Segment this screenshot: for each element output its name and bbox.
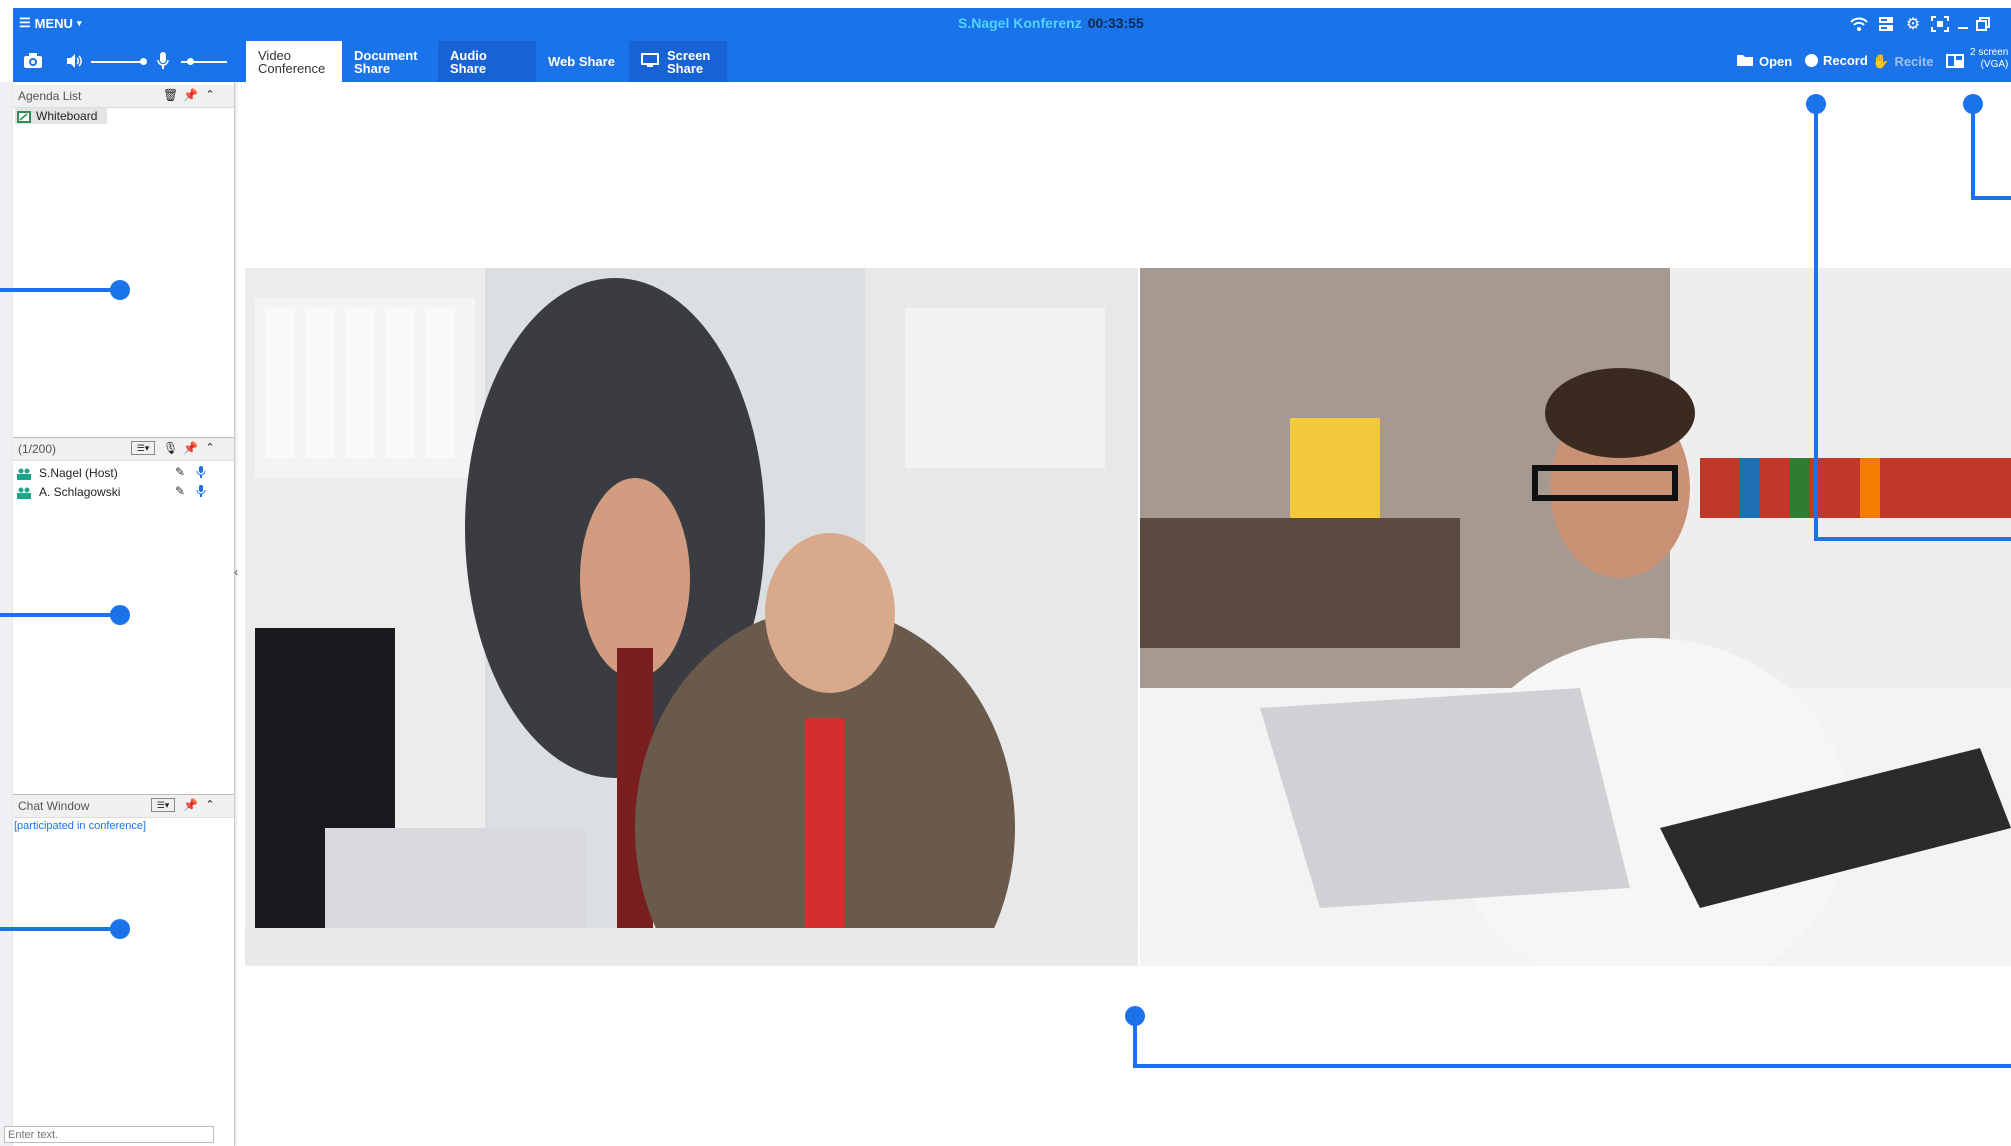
pin-icon[interactable]: 📌 [183, 88, 198, 102]
gear-icon[interactable]: ⚙ [1904, 16, 1922, 34]
tab-label: Video [258, 47, 292, 63]
chat-input[interactable] [4, 1126, 214, 1143]
callout-line [1971, 196, 2011, 200]
callout-line [0, 288, 120, 292]
restore-icon[interactable] [1974, 16, 1992, 34]
menu-button[interactable]: ☰ MENU ▾ [19, 15, 81, 31]
callout-line [1133, 1016, 1137, 1068]
callout-dot [110, 280, 130, 300]
conference-name: S.Nagel Konferenz [958, 15, 1082, 31]
trash-icon[interactable]: 🗑 [163, 88, 178, 102]
hamburger-icon: ☰ [19, 15, 31, 30]
wifi-icon [1850, 16, 1868, 34]
menu-label: MENU [34, 15, 73, 31]
tab-label: Document [354, 47, 418, 63]
tab-label: Conference [258, 60, 326, 76]
list-options-icon[interactable]: ☰▾ [151, 798, 175, 812]
agenda-item-label: Whiteboard [36, 109, 98, 123]
recite-label: Recite [1894, 54, 1934, 69]
hand-icon: ✋ [1872, 53, 1890, 69]
fullscreen-icon[interactable] [1931, 16, 1949, 34]
participant-row[interactable]: S.Nagel (Host) ✎ [15, 465, 230, 482]
participant-row[interactable]: A. Schlagowski ✎ [15, 484, 230, 501]
pencil-icon[interactable]: ✎ [175, 465, 185, 479]
chat-title: Chat Window [18, 799, 90, 813]
video-area [245, 268, 2011, 966]
mic-status-icon[interactable] [195, 465, 207, 484]
pin-icon[interactable]: 📌 [183, 441, 198, 455]
list-options-icon[interactable]: ☰▾ [131, 441, 155, 455]
record-button[interactable]: Record [1805, 53, 1868, 68]
screen-mode-selector[interactable]: 2 screen (VGA) [1970, 47, 2008, 71]
tab-label: Share [354, 60, 391, 76]
tab-audio-share[interactable]: Audio Share [438, 41, 536, 82]
minimize-icon[interactable] [1954, 16, 1972, 34]
participant-name: S.Nagel (Host) [39, 466, 118, 480]
sidebar-collapse-handle[interactable]: ‹ [234, 565, 238, 579]
callout-line [0, 613, 120, 617]
chat-message: [participated in conference] [14, 820, 147, 832]
title-bar: ☰ MENU ▾ S.Nagel Konferenz 00:33:55 ⚙ [13, 8, 2011, 41]
recite-button[interactable]: ✋ Recite [1872, 53, 1933, 70]
speaker-volume-knob[interactable] [140, 58, 147, 65]
participant-count: (1/200) [18, 442, 57, 456]
callout-dot [110, 605, 130, 625]
elapsed-time: 00:33:55 [1087, 15, 1144, 31]
callout-line [1814, 104, 1818, 541]
chevron-up-icon[interactable]: ⌃ [203, 798, 217, 811]
participants-panel-header: (1/200) ☰▾ 🎙 📌 ⌃ [13, 438, 234, 461]
network-icon[interactable] [1877, 16, 1895, 34]
toolbar: Video Conference Document Share Audio Shar… [13, 41, 2011, 82]
speaker-icon[interactable] [65, 52, 83, 75]
camera-icon[interactable] [23, 52, 43, 75]
open-button[interactable]: Open [1736, 53, 1792, 70]
speaker-volume-slider[interactable] [91, 61, 143, 63]
mute-all-icon[interactable]: 🎙 [163, 441, 178, 455]
video-tile-host[interactable] [245, 268, 1138, 966]
layout-icon[interactable] [1945, 53, 1965, 74]
callout-line [1971, 104, 1975, 200]
mic-status-icon[interactable] [195, 484, 207, 503]
open-label: Open [1759, 54, 1793, 69]
record-label: Record [1823, 53, 1868, 68]
screen-mode-sublabel: (VGA) [1980, 59, 2009, 70]
chevron-up-icon[interactable]: ⌃ [203, 88, 217, 101]
callout-line [1814, 537, 2011, 541]
conference-title: S.Nagel Konferenz 00:33:55 [958, 15, 1144, 31]
agenda-title: Agenda List [18, 89, 82, 103]
user-icon [17, 486, 31, 504]
pencil-icon[interactable]: ✎ [175, 484, 185, 498]
tab-web-share[interactable]: Web Share [536, 41, 629, 82]
participant-name: A. Schlagowski [39, 485, 121, 499]
video-tile-participant[interactable] [1140, 268, 2011, 966]
record-icon [1805, 54, 1818, 67]
pin-icon[interactable]: 📌 [183, 798, 198, 812]
tab-document-share[interactable]: Document Share [342, 41, 438, 82]
tab-label: Web Share [548, 54, 615, 69]
tab-label: Screen [667, 47, 711, 63]
tab-label: Audio Share [450, 47, 487, 76]
whiteboard-icon [17, 110, 31, 128]
agenda-panel-header: Agenda List 🗑 📌 ⌃ [13, 85, 234, 108]
microphone-icon[interactable] [156, 51, 170, 76]
video-feed [1140, 268, 2011, 966]
chat-panel-header: Chat Window ☰▾ 📌 ⌃ [13, 795, 234, 818]
tab-label: Share [667, 60, 704, 76]
video-feed [245, 268, 1138, 966]
callout-line [0, 927, 120, 931]
chevron-up-icon[interactable]: ⌃ [203, 441, 217, 454]
tab-video-conference[interactable]: Video Conference [246, 41, 342, 82]
callout-line [1133, 1064, 2011, 1068]
folder-icon [1736, 53, 1754, 70]
screen-mode-label: 2 screen [1970, 47, 2009, 58]
monitor-icon [641, 52, 659, 71]
agenda-item-whiteboard[interactable]: Whiteboard [15, 108, 107, 124]
chevron-down-icon: ▾ [76, 17, 82, 28]
tab-screen-share[interactable]: Screen Share [629, 41, 727, 82]
callout-dot [110, 919, 130, 939]
mic-volume-knob[interactable] [187, 58, 194, 65]
user-icon [17, 467, 31, 485]
